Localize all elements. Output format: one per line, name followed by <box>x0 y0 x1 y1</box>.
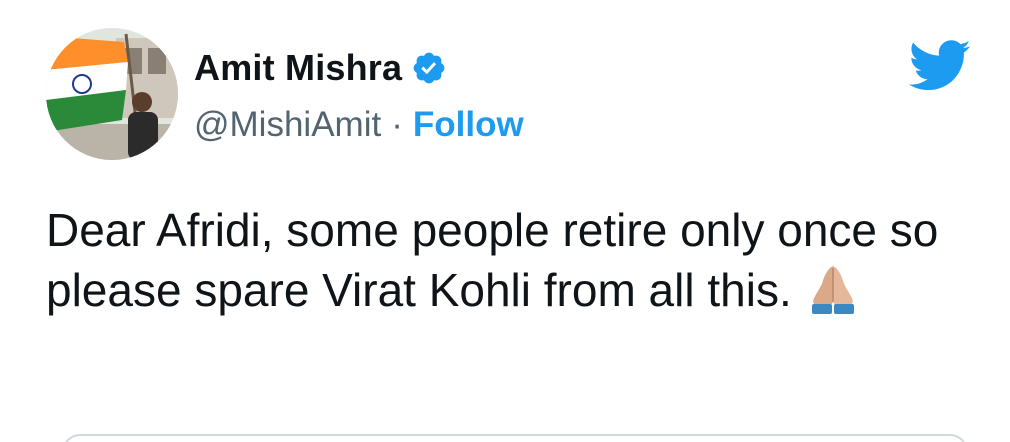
tweet-text: Dear Afridi, some people retire only onc… <box>46 200 976 320</box>
avatar-image <box>46 28 178 160</box>
separator-dot: · <box>391 105 403 144</box>
avatar[interactable] <box>46 28 178 160</box>
tweet-card: Amit Mishra @MishiAmit · Follow Dear Afr… <box>0 0 1010 442</box>
display-name[interactable]: Amit Mishra <box>194 47 402 89</box>
verified-badge-icon <box>411 50 447 86</box>
folded-hands-icon <box>804 262 862 316</box>
user-handle[interactable]: @MishiAmit <box>194 105 381 145</box>
quoted-card-edge <box>62 434 968 442</box>
follow-button[interactable]: Follow <box>413 105 524 145</box>
handle-row: @MishiAmit · Follow <box>194 104 524 146</box>
name-row: Amit Mishra <box>194 46 524 90</box>
twitter-bird-icon[interactable] <box>908 40 972 92</box>
user-info: Amit Mishra @MishiAmit · Follow <box>194 46 524 146</box>
